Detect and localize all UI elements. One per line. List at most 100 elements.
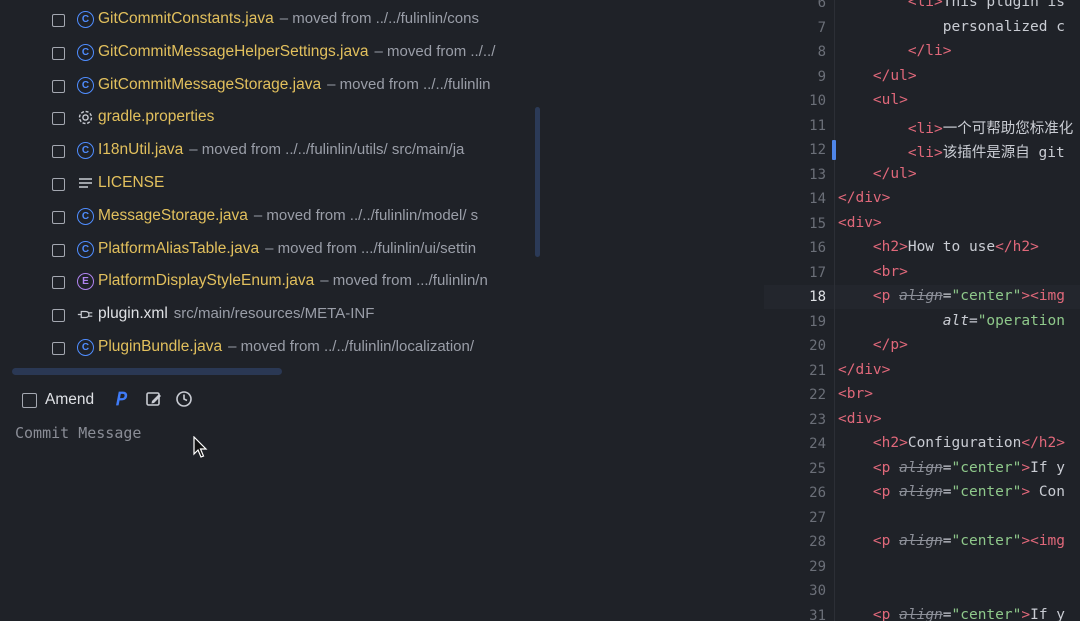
code-line[interactable]: <h2>Configuration</h2>: [838, 435, 1065, 451]
file-move-hint: – moved from .../fulinlin/ui/settin: [265, 239, 477, 257]
file-name: GitCommitConstants.java – moved from ../.…: [98, 10, 479, 27]
file-move-hint: – moved from ../../: [374, 42, 496, 60]
line-number: 30: [809, 583, 826, 599]
class-icon: C: [77, 11, 94, 28]
file-move-hint: – moved from ../../fulinlin/localization…: [228, 338, 475, 355]
code-line[interactable]: </ul>: [838, 68, 917, 84]
line-number: 21: [809, 362, 826, 379]
file-checkbox[interactable]: [52, 276, 65, 290]
file-name: PluginBundle.java – moved from ../../fuli…: [98, 338, 475, 355]
file-name: PlatformDisplayStyleEnum.java – moved fro…: [98, 272, 488, 290]
code-line[interactable]: </li>: [838, 43, 952, 59]
file-checkbox[interactable]: [52, 342, 65, 355]
gutter-separator: [834, 0, 835, 621]
line-number: 10: [809, 93, 826, 109]
file-row[interactable]: C PlatformAliasTable.java – moved from ...…: [0, 232, 530, 265]
file-row[interactable]: C GitCommitMessageHelperSettings.java – mo…: [0, 35, 530, 68]
code-line[interactable]: personalized c: [838, 19, 1065, 35]
line-number: 22: [809, 387, 826, 403]
code-line[interactable]: <li>一个可帮助您标准化: [838, 117, 1073, 138]
file-row[interactable]: C PluginBundle.java – moved from ../../ful…: [0, 330, 530, 363]
file-checkbox[interactable]: [52, 243, 65, 257]
code-line[interactable]: <br>: [838, 386, 873, 402]
file-row[interactable]: gradle.properties: [0, 100, 530, 133]
file-move-hint: – moved from ../../fulinlin/cons: [279, 10, 479, 27]
line-number: 24: [809, 436, 826, 452]
commit-message-input[interactable]: Commit Message: [15, 424, 141, 442]
file-row[interactable]: C I18nUtil.java – moved from ../../fulinli…: [0, 133, 530, 166]
text-file-icon: [77, 175, 94, 192]
class-icon: C: [77, 339, 94, 356]
file-checkbox[interactable]: [52, 210, 65, 224]
file-row[interactable]: C GitCommitConstants.java – moved from ../…: [0, 2, 530, 35]
file-name: GitCommitMessageStorage.java – moved from…: [98, 75, 491, 93]
change-marker[interactable]: [832, 140, 836, 160]
file-move-hint: – moved from ../../fulinlin: [327, 75, 491, 93]
code-line[interactable]: <br>: [838, 264, 908, 280]
amend-checkbox[interactable]: [22, 393, 37, 408]
line-number: 29: [809, 558, 826, 575]
file-name: LICENSE: [98, 174, 165, 191]
file-checkbox[interactable]: [52, 145, 65, 159]
line-number: 14: [809, 191, 826, 207]
code-line[interactable]: <h2>How to use</h2>: [838, 239, 1039, 255]
line-number: 12: [809, 142, 826, 158]
code-line[interactable]: <ul>: [838, 92, 908, 108]
file-checkbox[interactable]: [52, 112, 65, 126]
file-move-hint: – moved from .../fulinlin/n: [320, 272, 488, 290]
history-clock-icon[interactable]: [175, 390, 193, 408]
file-checkbox[interactable]: [52, 309, 65, 323]
file-name: MessageStorage.java – moved from ../../fu…: [98, 206, 479, 224]
file-row[interactable]: E PlatformDisplayStyleEnum.java – moved fr…: [0, 264, 530, 297]
file-move-hint: src/main/resources/META-INF: [173, 305, 375, 323]
file-name: GitCommitMessageHelperSettings.java – mov…: [98, 42, 496, 60]
edit-note-icon[interactable]: [145, 390, 163, 408]
file-list-horizontal-scrollbar[interactable]: [12, 368, 282, 375]
code-line[interactable]: </p>: [838, 337, 908, 353]
line-number: 6: [817, 0, 826, 11]
code-editor[interactable]: 6 <li>This plugin is 7 personalized c 8 </…: [764, 0, 1080, 621]
code-line[interactable]: <div>: [838, 411, 882, 427]
line-number: 31: [809, 607, 826, 621]
code-line[interactable]: <p align="center"><img: [838, 288, 1065, 304]
line-number: 7: [817, 19, 826, 36]
class-icon: C: [77, 43, 94, 61]
line-number: 28: [809, 534, 826, 550]
line-number: 15: [809, 215, 826, 232]
file-row[interactable]: C MessageStorage.java – moved from ../../f…: [0, 199, 530, 232]
line-number: 26: [809, 485, 826, 501]
gear-icon: [77, 109, 94, 126]
file-checkbox[interactable]: [52, 46, 65, 60]
file-name: PlatformAliasTable.java – moved from .../…: [98, 239, 477, 257]
file-row[interactable]: C GitCommitMessageStorage.java – moved fro…: [0, 68, 530, 101]
code-line[interactable]: <p align="center">If y: [838, 460, 1065, 476]
file-row[interactable]: plugin.xml src/main/resources/META-INF: [0, 297, 530, 330]
code-line[interactable]: <p align="center">If y: [838, 607, 1065, 621]
file-checkbox[interactable]: [52, 14, 65, 27]
line-number: 27: [809, 509, 826, 526]
file-name: gradle.properties: [98, 108, 215, 126]
plugin-icon: [77, 306, 94, 323]
code-line[interactable]: <p align="center"> Con: [838, 484, 1065, 500]
code-line[interactable]: </div>: [838, 362, 890, 378]
code-line[interactable]: </ul>: [838, 166, 917, 182]
line-number: 25: [809, 460, 826, 477]
code-line[interactable]: <li>该插件是源自 git: [838, 141, 1065, 162]
file-move-hint: – moved from ../../fulinlin/model/ s: [253, 206, 479, 224]
commit-options-toolbar: Amend 𝘗: [0, 388, 540, 412]
commit-panel: C GitCommitConstants.java – moved from ../…: [0, 0, 540, 621]
class-icon: C: [77, 240, 94, 258]
code-line[interactable]: <p align="center"><img: [838, 533, 1065, 549]
commit-template-icon[interactable]: 𝘗: [116, 389, 134, 409]
file-checkbox[interactable]: [52, 79, 65, 93]
line-number: 23: [809, 411, 826, 428]
code-line[interactable]: </div>: [838, 190, 890, 206]
code-line[interactable]: <li>This plugin is: [838, 0, 1065, 10]
line-number: 16: [809, 240, 826, 256]
file-name: I18nUtil.java – moved from ../../fulinlin…: [98, 141, 465, 159]
code-line[interactable]: <div>: [838, 215, 882, 231]
code-line[interactable]: alt="operation: [838, 313, 1065, 329]
file-row[interactable]: LICENSE: [0, 166, 530, 199]
file-checkbox[interactable]: [52, 178, 65, 191]
line-number: 13: [809, 166, 826, 183]
